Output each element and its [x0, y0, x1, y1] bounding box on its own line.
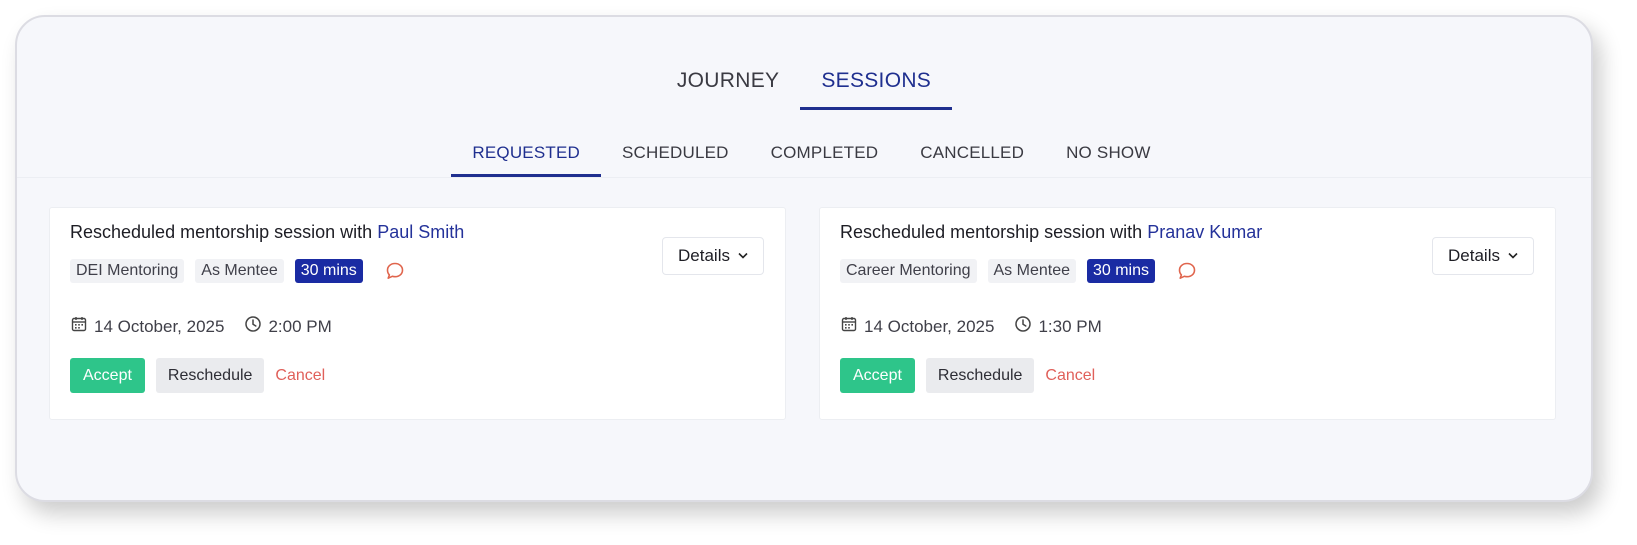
session-title-prefix: Rescheduled mentorship session with [70, 222, 373, 242]
session-time: 1:30 PM [1014, 315, 1102, 338]
accept-button[interactable]: Accept [70, 358, 145, 393]
session-date: 14 October, 2025 [70, 315, 224, 338]
session-actions: Accept Reschedule Cancel [840, 358, 1095, 393]
session-tags: DEI Mentoring As Mentee 30 mins [70, 259, 406, 283]
mentoring-type-tag: Career Mentoring [840, 259, 977, 283]
session-time: 2:00 PM [244, 315, 332, 338]
role-tag: As Mentee [195, 259, 284, 283]
session-card: Rescheduled mentorship session with Paul… [49, 207, 786, 420]
details-label: Details [678, 246, 730, 265]
tab-sessions[interactable]: SESSIONS [800, 51, 953, 110]
chat-bubble-icon[interactable] [384, 260, 406, 282]
tab-scheduled[interactable]: SCHEDULED [601, 127, 750, 177]
time-text: 1:30 PM [1038, 316, 1102, 336]
session-title: Rescheduled mentorship session with Paul… [70, 222, 464, 243]
chat-bubble-icon[interactable] [1176, 260, 1198, 282]
session-title: Rescheduled mentorship session with Pran… [840, 222, 1262, 243]
date-text: 14 October, 2025 [864, 316, 995, 336]
calendar-icon [70, 315, 88, 338]
mentoring-type-tag: DEI Mentoring [70, 259, 185, 283]
duration-badge: 30 mins [294, 259, 363, 283]
tab-no-show[interactable]: NO SHOW [1045, 127, 1172, 177]
chevron-down-icon [738, 250, 748, 262]
details-dropdown-button[interactable]: Details [1432, 237, 1534, 275]
tab-cancelled[interactable]: CANCELLED [899, 127, 1045, 177]
cancel-button[interactable]: Cancel [1045, 367, 1095, 385]
role-tag: As Mentee [987, 259, 1076, 283]
sessions-panel: JOURNEY SESSIONS REQUESTED SCHEDULED COM… [15, 15, 1593, 502]
date-text: 14 October, 2025 [94, 316, 225, 336]
accept-button[interactable]: Accept [840, 358, 915, 393]
tab-requested[interactable]: REQUESTED [451, 127, 601, 177]
clock-icon [244, 315, 262, 338]
details-dropdown-button[interactable]: Details [662, 237, 764, 275]
session-datetime: 14 October, 2025 1:30 PM [840, 315, 1102, 338]
tab-completed[interactable]: COMPLETED [750, 127, 900, 177]
reschedule-button[interactable]: Reschedule [155, 358, 265, 393]
session-actions: Accept Reschedule Cancel [70, 358, 325, 393]
session-date: 14 October, 2025 [840, 315, 994, 338]
reschedule-button[interactable]: Reschedule [925, 358, 1035, 393]
duration-badge: 30 mins [1086, 259, 1156, 283]
tab-journey[interactable]: JOURNEY [656, 51, 800, 110]
chevron-down-icon [1508, 250, 1518, 262]
session-datetime: 14 October, 2025 2:00 PM [70, 315, 332, 338]
session-status-tab-bar: REQUESTED SCHEDULED COMPLETED CANCELLED … [17, 127, 1591, 178]
calendar-icon [840, 315, 858, 338]
main-tab-bar: JOURNEY SESSIONS [17, 51, 1591, 110]
time-text: 2:00 PM [268, 316, 332, 336]
cancel-button[interactable]: Cancel [275, 367, 325, 385]
session-card: Rescheduled mentorship session with Pran… [819, 207, 1556, 420]
clock-icon [1014, 315, 1032, 338]
details-label: Details [1448, 246, 1500, 265]
mentor-name-link[interactable]: Pranav Kumar [1147, 222, 1262, 242]
session-tags: Career Mentoring As Mentee 30 mins [840, 259, 1198, 283]
mentor-name-link[interactable]: Paul Smith [377, 222, 464, 242]
session-title-prefix: Rescheduled mentorship session with [840, 222, 1143, 242]
